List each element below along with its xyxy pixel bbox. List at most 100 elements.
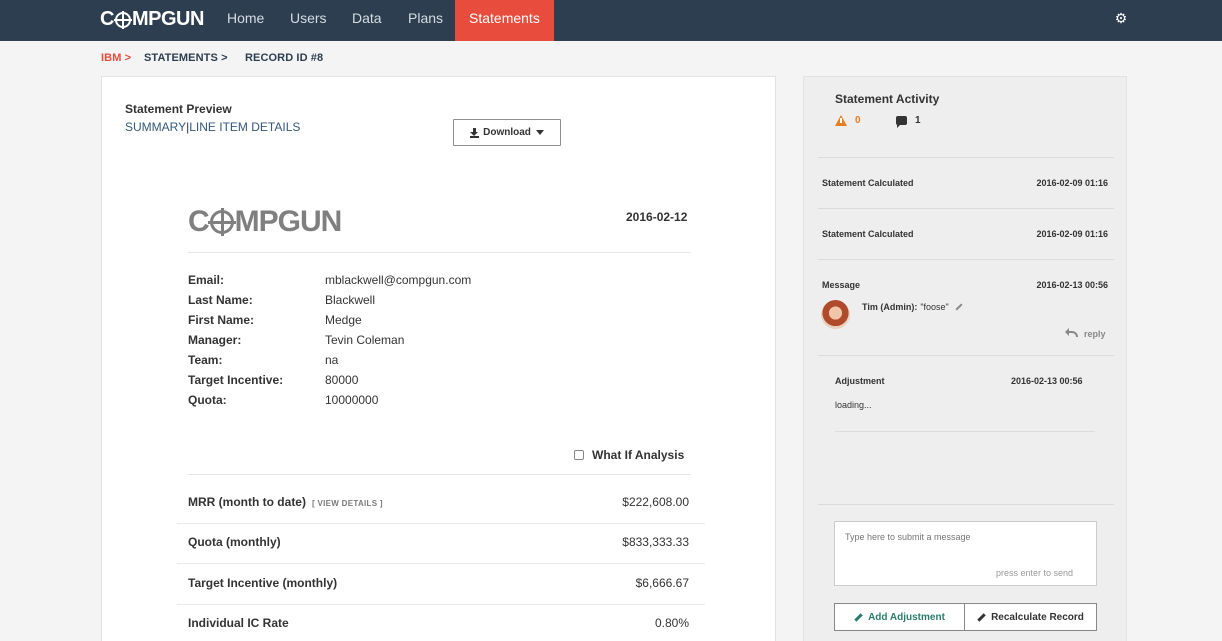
preview-tabs: SUMMARY|LINE ITEM DETAILS bbox=[125, 120, 300, 134]
event-time: 2016-02-09 01:16 bbox=[1036, 178, 1108, 188]
reply-icon bbox=[1065, 328, 1078, 337]
divider bbox=[818, 355, 1114, 356]
warning-icon bbox=[835, 115, 847, 126]
quota-value: 10000000 bbox=[325, 393, 379, 407]
breadcrumb-client[interactable]: IBM > bbox=[101, 52, 131, 64]
message-author: Tim (Admin): bbox=[862, 302, 918, 312]
nav-users[interactable]: Users bbox=[290, 0, 327, 41]
target-incentive-value: 80000 bbox=[325, 373, 359, 387]
nav-statements[interactable]: Statements bbox=[455, 0, 554, 41]
message-text: "foose" bbox=[920, 302, 949, 312]
what-if-label: What If Analysis bbox=[592, 448, 685, 462]
download-button[interactable]: Download bbox=[453, 119, 561, 146]
warning-count[interactable]: 0 bbox=[835, 115, 861, 126]
logo-text-end: MPGUN bbox=[234, 205, 343, 238]
brand-text-end: MPGUN bbox=[131, 8, 204, 30]
breadcrumb-separator: > bbox=[221, 52, 228, 64]
breadcrumb-statements-label: STATEMENTS bbox=[144, 52, 218, 64]
adjustment-status: loading... bbox=[835, 400, 872, 410]
divider bbox=[818, 504, 1114, 505]
team-value: na bbox=[325, 353, 339, 367]
breadcrumb-statements[interactable]: STATEMENTS > bbox=[144, 52, 228, 64]
first-name-label: First Name: bbox=[188, 313, 255, 327]
comment-count[interactable]: 1 bbox=[896, 115, 921, 128]
divider bbox=[818, 259, 1114, 260]
metric-mrr-value: $222,608.00 bbox=[622, 495, 689, 509]
add-adjustment-label: Add Adjustment bbox=[868, 611, 945, 623]
avatar bbox=[821, 300, 850, 329]
metric-target-incentive-value: $6,666.67 bbox=[635, 576, 689, 590]
metric-ic-rate-value: 0.80% bbox=[654, 616, 689, 630]
message-input-hint: press enter to send bbox=[996, 568, 1074, 578]
metric-mrr-label: MRR (month to date) bbox=[188, 495, 306, 509]
row-divider bbox=[177, 523, 705, 524]
manager-label: Manager: bbox=[188, 333, 242, 347]
adjustment-label: Adjustment bbox=[835, 376, 885, 386]
comment-count-value: 1 bbox=[915, 115, 921, 126]
nav-plans[interactable]: Plans bbox=[408, 0, 443, 41]
metric-quota-label: Quota (monthly) bbox=[188, 535, 281, 549]
panel-title: Statement Preview bbox=[125, 102, 232, 116]
divider bbox=[188, 252, 691, 253]
crosshair-icon bbox=[207, 208, 236, 236]
event-label: Statement Calculated bbox=[822, 229, 914, 239]
warning-count-value: 0 bbox=[855, 115, 861, 126]
activity-title: Statement Activity bbox=[835, 92, 940, 106]
first-name-value: Medge bbox=[325, 313, 362, 327]
divider bbox=[835, 431, 1095, 432]
last-name-label: Last Name: bbox=[188, 293, 253, 307]
recalculate-label: Recalculate Record bbox=[991, 611, 1084, 623]
breadcrumb-separator: > bbox=[124, 52, 132, 64]
tab-summary[interactable]: SUMMARY bbox=[125, 120, 186, 134]
pencil-icon bbox=[977, 612, 986, 622]
metric-quota-value: $833,333.33 bbox=[622, 535, 689, 549]
event-label: Statement Calculated bbox=[822, 178, 914, 188]
statement-logo: C MPGUN bbox=[188, 205, 343, 239]
breadcrumb-client-label: IBM bbox=[101, 52, 122, 64]
gear-icon[interactable]: ⚙ bbox=[1113, 9, 1129, 27]
adjustment-time: 2016-02-13 00:56 bbox=[1011, 376, 1083, 386]
what-if-toggle[interactable]: What If Analysis bbox=[574, 448, 684, 462]
row-divider bbox=[177, 604, 705, 605]
what-if-checkbox[interactable] bbox=[574, 450, 584, 460]
nav-data[interactable]: Data bbox=[352, 0, 382, 41]
metric-ic-rate-label: Individual IC Rate bbox=[188, 616, 289, 630]
row-divider bbox=[177, 563, 705, 564]
pencil-icon[interactable] bbox=[955, 303, 963, 311]
view-details-link[interactable]: [ VIEW DETAILS ] bbox=[312, 499, 383, 508]
manager-value: Tevin Coleman bbox=[325, 333, 405, 347]
divider bbox=[818, 157, 1114, 158]
caret-down-icon bbox=[535, 130, 544, 135]
event-time: 2016-02-13 00:56 bbox=[1036, 280, 1108, 290]
metric-label: MRR (month to date) [ VIEW DETAILS ] bbox=[188, 495, 383, 509]
download-icon bbox=[470, 127, 480, 138]
divider bbox=[188, 474, 691, 475]
quota-label: Quota: bbox=[188, 393, 227, 407]
email-label: Email: bbox=[188, 273, 225, 287]
message-content: Tim (Admin): "foose" bbox=[862, 302, 963, 312]
add-adjustment-button[interactable]: Add Adjustment bbox=[834, 603, 965, 631]
reply-button[interactable]: reply bbox=[1065, 328, 1106, 339]
reply-label: reply bbox=[1084, 329, 1106, 339]
top-navbar: C MPGUN Home Users Data Plans Statements … bbox=[0, 0, 1222, 41]
comment-icon bbox=[896, 116, 907, 128]
statement-activity-panel: Statement Activity 0 1 Statement Calcula… bbox=[803, 76, 1127, 641]
email-value: mblackwell@compgun.com bbox=[325, 273, 472, 287]
crosshair-icon bbox=[113, 10, 132, 29]
statement-preview-panel: Statement Preview SUMMARY|LINE ITEM DETA… bbox=[101, 76, 776, 641]
brand-text-start: C bbox=[100, 8, 114, 30]
metric-target-incentive-label: Target Incentive (monthly) bbox=[188, 576, 338, 590]
download-label: Download bbox=[483, 127, 531, 138]
brand-logo[interactable]: C MPGUN bbox=[100, 8, 204, 31]
pencil-icon bbox=[854, 612, 863, 622]
last-name-value: Blackwell bbox=[325, 293, 376, 307]
tab-line-item-details[interactable]: LINE ITEM DETAILS bbox=[189, 120, 300, 134]
target-incentive-label: Target Incentive: bbox=[188, 373, 284, 387]
event-time: 2016-02-09 01:16 bbox=[1036, 229, 1108, 239]
event-label: Message bbox=[822, 280, 861, 290]
statement-date: 2016-02-12 bbox=[626, 210, 688, 224]
nav-home[interactable]: Home bbox=[227, 0, 264, 41]
breadcrumb-record: RECORD ID #8 bbox=[245, 52, 324, 64]
recalculate-record-button[interactable]: Recalculate Record bbox=[964, 603, 1097, 631]
team-label: Team: bbox=[188, 353, 223, 367]
